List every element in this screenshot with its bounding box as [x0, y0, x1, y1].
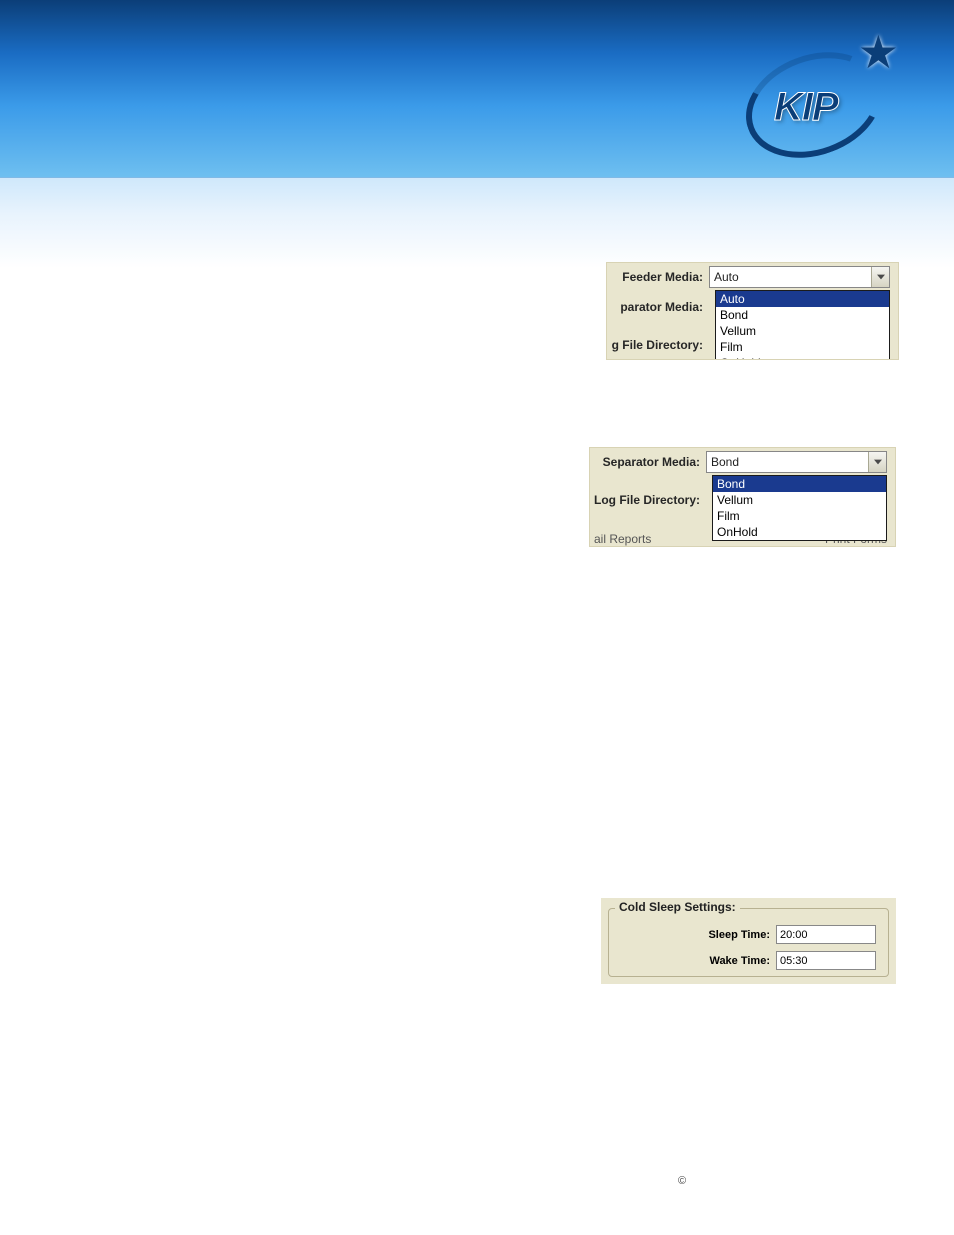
copyright: © [678, 1175, 686, 1187]
option-bond-2[interactable]: Bond [713, 476, 886, 492]
groupbox-title: Cold Sleep Settings: [615, 900, 740, 914]
dropdown-list-separator[interactable]: Bond Vellum Film OnHold [712, 475, 887, 541]
option-bond[interactable]: Bond [716, 307, 889, 323]
separator-media-panel: Separator Media: Bond Log File Directory… [589, 447, 896, 547]
option-vellum[interactable]: Vellum [716, 323, 889, 339]
option-onhold[interactable]: OnHold [716, 355, 889, 360]
dropdown-feeder-media-value: Auto [710, 270, 871, 284]
option-auto[interactable]: Auto [716, 291, 889, 307]
dropdown-list-feeder[interactable]: Auto Bond Vellum Film OnHold [715, 290, 890, 360]
input-wake-time[interactable]: 05:30 [776, 951, 876, 970]
label-log-file-directory: Log File Directory: [594, 493, 706, 507]
dropdown-separator-media-value: Bond [707, 455, 868, 469]
kip-logo-text: KIP [774, 85, 838, 130]
option-onhold-2[interactable]: OnHold [713, 524, 886, 540]
chevron-down-icon[interactable] [871, 267, 889, 287]
option-film[interactable]: Film [716, 339, 889, 355]
groupbox-cold-sleep: Cold Sleep Settings: Sleep Time: 20:00 W… [608, 908, 889, 977]
label-separator-media: Separator Media: [594, 455, 706, 469]
input-sleep-time[interactable]: 20:00 [776, 925, 876, 944]
cold-sleep-panel: Cold Sleep Settings: Sleep Time: 20:00 W… [601, 898, 896, 984]
dropdown-separator-media[interactable]: Bond [706, 451, 887, 473]
kip-logo: ★ KIP [744, 30, 894, 160]
label-log-file-directory-clip: g File Directory: [611, 338, 709, 352]
option-vellum-2[interactable]: Vellum [713, 492, 886, 508]
label-wake-time: Wake Time: [691, 955, 776, 967]
label-feeder-media: Feeder Media: [611, 270, 709, 284]
label-email-reports-clip: ail Reports [594, 532, 651, 546]
feeder-media-panel: Feeder Media: Auto parator Media: g File… [606, 262, 899, 360]
kip-star-icon: ★ [858, 25, 899, 79]
header-fade [0, 178, 954, 268]
label-sleep-time: Sleep Time: [691, 929, 776, 941]
dropdown-feeder-media[interactable]: Auto [709, 266, 890, 288]
label-separator-media-clip: parator Media: [611, 300, 709, 314]
option-film-2[interactable]: Film [713, 508, 886, 524]
chevron-down-icon[interactable] [868, 452, 886, 472]
